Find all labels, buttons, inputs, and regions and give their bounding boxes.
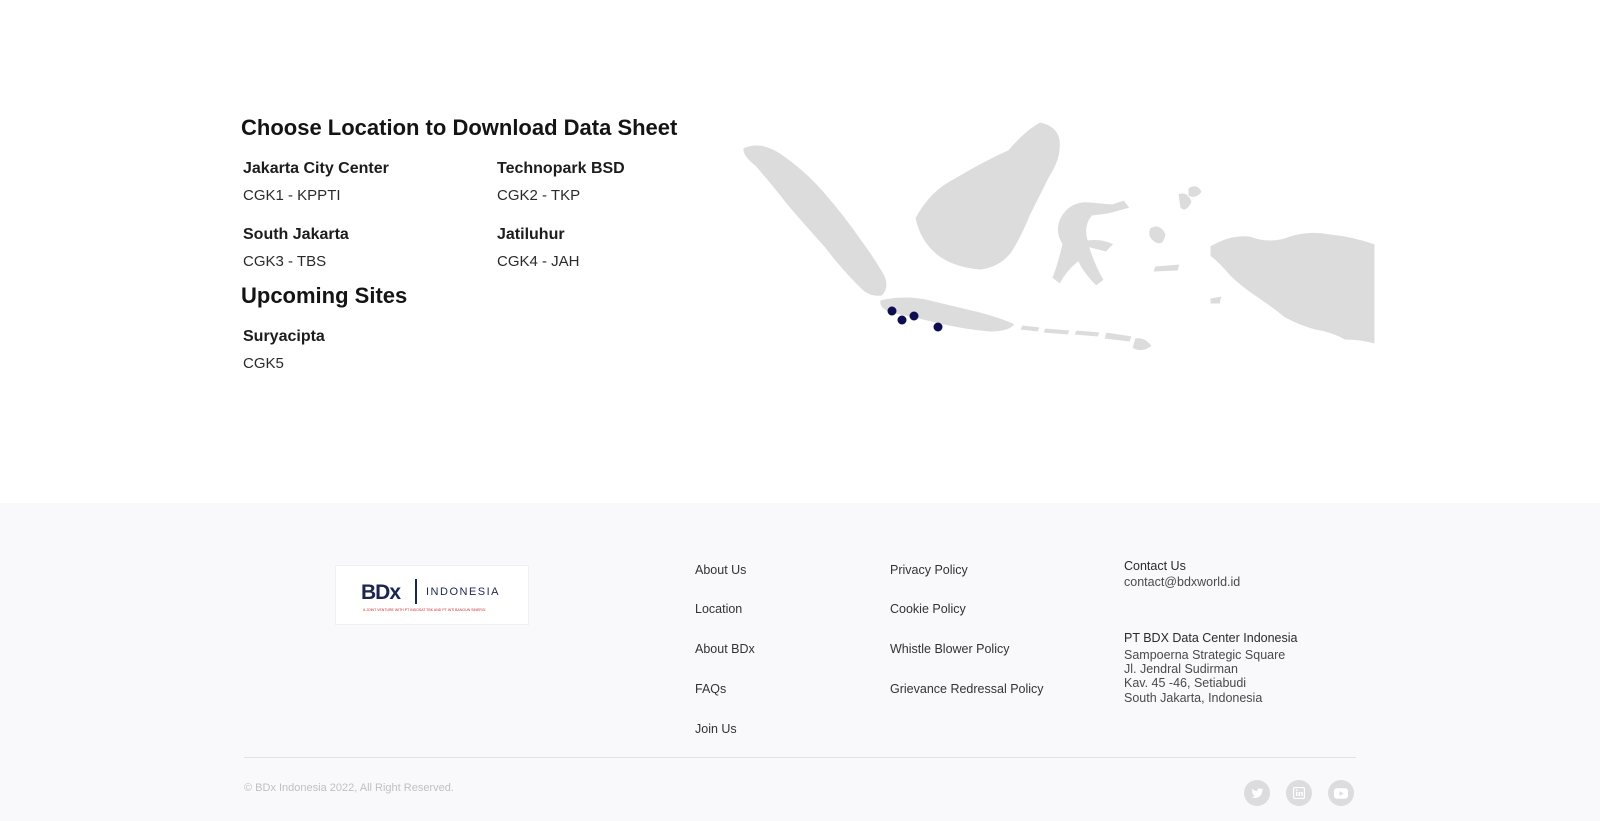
location-name: Technopark BSD <box>497 160 625 177</box>
address-line: Kav. 45 -46, Setiabudi <box>1124 676 1247 690</box>
locations-section: Choose Location to Download Data Sheet J… <box>0 0 1600 503</box>
site-marker <box>933 322 943 332</box>
location-name: Suryacipta <box>243 328 325 345</box>
address-line: Sampoerna Strategic Square <box>1124 648 1286 662</box>
location-code: CGK1 - KPPTI <box>243 187 341 204</box>
footer-link-join-us[interactable]: Join Us <box>695 722 737 736</box>
location-code: CGK3 - TBS <box>243 253 327 270</box>
logo-tagline: A JOINT VENTURE WITH PT INDOSAT TBK AND … <box>363 608 486 612</box>
footer-link-whistle-blower-policy[interactable]: Whistle Blower Policy <box>890 642 1009 656</box>
page-title: Choose Location to Download Data Sheet <box>241 115 678 140</box>
java-island <box>879 296 1016 333</box>
address-line: Jl. Jendral Sudirman <box>1124 662 1238 676</box>
location-code: CGK2 - TKP <box>497 187 581 204</box>
location-name: South Jakarta <box>243 226 349 243</box>
papua-island <box>1209 231 1375 345</box>
location-jakarta-city-center[interactable]: Jakarta City Center CGK1 - KPPTI <box>243 160 473 204</box>
address-line: South Jakarta, Indonesia <box>1124 691 1263 705</box>
footer-link-grievance-redressal-policy[interactable]: Grievance Redressal Policy <box>890 682 1044 696</box>
logo-brand: BDx <box>361 581 401 604</box>
twitter-link[interactable] <box>1244 780 1270 806</box>
location-south-jakarta[interactable]: South Jakarta CGK3 - TBS <box>243 226 473 270</box>
logo-country: INDONESIA <box>426 586 501 598</box>
contact-heading: Contact Us <box>1124 559 1186 573</box>
upcoming-sites-heading: Upcoming Sites <box>241 283 408 308</box>
company-name: PT BDX Data Center Indonesia <box>1124 631 1298 645</box>
linkedin-link[interactable] <box>1286 780 1312 806</box>
footer-link-faqs[interactable]: FAQs <box>695 682 726 696</box>
footer-link-privacy-policy[interactable]: Privacy Policy <box>890 563 968 577</box>
site-marker <box>887 306 897 316</box>
linkedin-icon <box>1293 787 1305 799</box>
footer-link-location[interactable]: Location <box>695 602 742 616</box>
youtube-icon <box>1334 787 1348 799</box>
kalimantan-island <box>914 121 1061 271</box>
location-code: CGK5 <box>243 355 284 372</box>
location-code: CGK4 - JAH <box>497 253 580 270</box>
sumatra-island <box>742 144 888 297</box>
footer-link-cookie-policy[interactable]: Cookie Policy <box>890 602 966 616</box>
location-name: Jakarta City Center <box>243 160 389 177</box>
location-name: Jatiluhur <box>497 226 565 243</box>
contact-email-link[interactable]: contact@bdxworld.id <box>1124 575 1240 590</box>
footer-link-about-us[interactable]: About Us <box>695 563 746 577</box>
indonesia-map <box>742 121 1375 352</box>
bdx-logo[interactable]: BDx INDONESIA A JOINT VENTURE WITH PT IN… <box>335 565 529 625</box>
location-technopark-bsd[interactable]: Technopark BSD CGK2 - TKP <box>497 160 727 204</box>
sulawesi-island <box>1051 199 1131 287</box>
footer-divider <box>244 757 1356 758</box>
location-suryacipta[interactable]: Suryacipta CGK5 <box>243 328 473 372</box>
location-jatiluhur[interactable]: Jatiluhur CGK4 - JAH <box>497 226 727 270</box>
site-footer <box>0 503 1600 821</box>
twitter-icon <box>1250 787 1263 798</box>
youtube-link[interactable] <box>1328 780 1354 806</box>
copyright-text: © BDx Indonesia 2022, All Right Reserved… <box>244 782 454 794</box>
logo-divider <box>415 579 417 604</box>
site-marker <box>909 311 919 321</box>
footer-link-about-bdx[interactable]: About BDx <box>695 642 755 656</box>
site-marker <box>897 315 907 325</box>
